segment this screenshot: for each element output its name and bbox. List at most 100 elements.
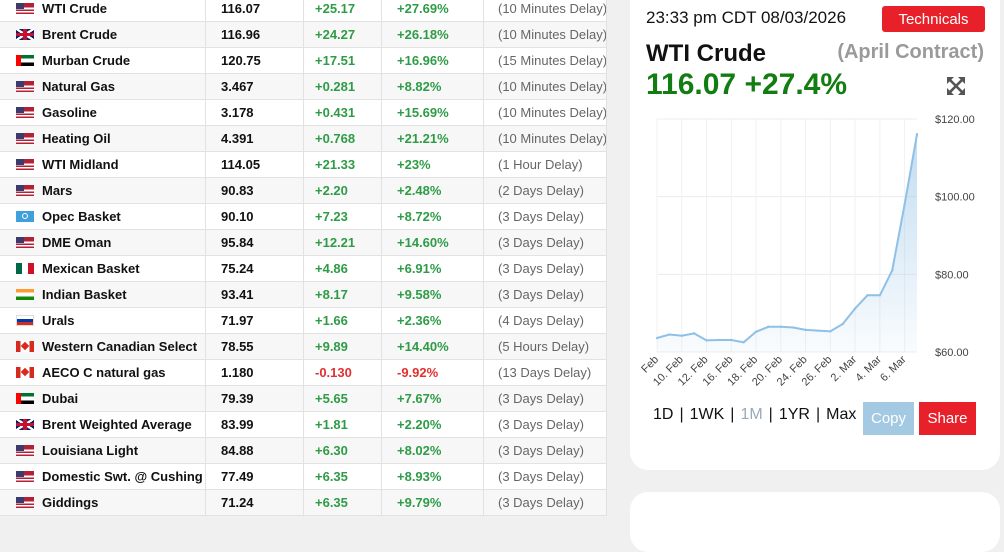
table-row[interactable]: DME Oman 95.84 +12.21 +14.60% (3 Days Delay) xyxy=(0,229,607,256)
commodity-name[interactable]: Brent Weighted Average xyxy=(42,417,192,432)
change-cell: +5.65 xyxy=(303,385,382,412)
change-cell: +6.35 xyxy=(303,489,382,516)
table-row[interactable]: Gasoline 3.178 +0.431 +15.69% (10 Minutes De… xyxy=(0,99,607,126)
data-point xyxy=(791,326,795,329)
commodity-name[interactable]: DME Oman xyxy=(42,235,111,250)
commodity-name-cell[interactable]: WTI Crude xyxy=(0,0,206,22)
commodity-name-cell[interactable]: Dubai xyxy=(0,385,206,412)
table-row[interactable]: Opec Basket 90.10 +7.23 +8.72% (3 Days Delay… xyxy=(0,203,607,230)
commodity-name-cell[interactable]: Mexican Basket xyxy=(0,255,206,282)
table-row[interactable]: Domestic Swt. @ Cushing 77.49 +6.35 +8.93%(… xyxy=(0,463,607,490)
table-row[interactable]: Brent Crude 116.96 +24.27 +26.18% (10 Minute… xyxy=(0,21,607,48)
table-row[interactable]: Murban Crude 120.75 +17.51 +16.96% (15 Minut… xyxy=(0,47,607,74)
price-chart[interactable]: $60.00$80.00$100.00$120.00 Feb10. Feb12.… xyxy=(630,0,1000,400)
price-cell: 120.75 xyxy=(205,47,304,74)
price-cell: 79.39 xyxy=(205,385,304,412)
commodity-name-cell[interactable]: Murban Crude xyxy=(0,47,206,74)
flag-us-icon xyxy=(16,471,34,482)
delay-cell: (5 Hours Delay) xyxy=(483,333,607,360)
delay-cell: (10 Minutes Delay) xyxy=(483,21,607,48)
copy-button[interactable]: Copy xyxy=(863,402,914,435)
data-point xyxy=(655,336,659,340)
commodity-name-cell[interactable]: Urals xyxy=(0,307,206,334)
table-row[interactable]: WTI Midland 114.05 +21.33 +23% (1 Hour Delay… xyxy=(0,151,607,178)
commodity-name[interactable]: Louisiana Light xyxy=(42,443,138,458)
data-point xyxy=(767,325,770,328)
x-tick-label: 4. Mar xyxy=(853,353,884,384)
commodity-name-cell[interactable]: Western Canadian Select xyxy=(0,333,206,360)
table-row[interactable]: Mars 90.83 +2.20 +2.48% (2 Days Delay) xyxy=(0,177,607,204)
flag-in-icon xyxy=(16,289,34,300)
commodity-name-cell[interactable]: Brent Weighted Average xyxy=(0,411,206,438)
delay-cell: (1 Hour Delay) xyxy=(483,151,607,178)
table-row[interactable]: WTI Crude 116.07 +25.17 +27.69% (10 Minutes … xyxy=(0,0,607,22)
table-row[interactable]: Urals 71.97 +1.66 +2.36% (4 Days Delay) xyxy=(0,307,607,334)
price-cell: 71.97 xyxy=(205,307,304,334)
commodity-name[interactable]: Opec Basket xyxy=(42,209,121,224)
commodity-name[interactable]: Natural Gas xyxy=(42,79,115,94)
range-1wk[interactable]: 1WK xyxy=(690,406,725,424)
commodity-name[interactable]: Giddings xyxy=(42,495,98,510)
table-row[interactable]: Heating Oil 4.391 +0.768 +21.21% (10 Minutes… xyxy=(0,125,607,152)
commodity-name-cell[interactable]: Brent Crude xyxy=(0,21,206,48)
commodity-name[interactable]: Brent Crude xyxy=(42,27,117,42)
change-percent-cell: +14.40% xyxy=(381,333,484,360)
table-row[interactable]: Indian Basket 93.41 +8.17 +9.58% (3 Days Del… xyxy=(0,281,607,308)
data-point xyxy=(841,322,844,326)
commodity-name-cell[interactable]: WTI Midland xyxy=(0,151,206,178)
table-row[interactable]: Giddings 71.24 +6.35 +9.79% (3 Days Delay) xyxy=(0,489,607,516)
commodity-name[interactable]: Mars xyxy=(42,183,72,198)
commodity-name[interactable]: Western Canadian Select xyxy=(42,339,197,354)
table-row[interactable]: Western Canadian Select 78.55 +9.89 +14.40%… xyxy=(0,333,607,360)
commodity-name-cell[interactable]: Opec Basket xyxy=(0,203,206,230)
commodity-name[interactable]: AECO C natural gas xyxy=(42,365,166,380)
commodity-name-cell[interactable]: Domestic Swt. @ Cushing xyxy=(0,463,206,490)
commodity-name[interactable]: Indian Basket xyxy=(42,287,127,302)
commodity-name[interactable]: Gasoline xyxy=(42,105,97,120)
commodity-name-cell[interactable]: Giddings xyxy=(0,489,206,516)
change-percent-cell: +9.79% xyxy=(381,489,484,516)
commodity-name-cell[interactable]: Louisiana Light xyxy=(0,437,206,464)
change-cell: +4.86 xyxy=(303,255,382,282)
range-1m[interactable]: 1M xyxy=(740,406,762,424)
table-row[interactable]: Natural Gas 3.467 +0.281 +8.82% (10 Minutes … xyxy=(0,73,607,100)
range-1d[interactable]: 1D xyxy=(653,406,673,424)
change-cell: +1.81 xyxy=(303,411,382,438)
commodity-name-cell[interactable]: Indian Basket xyxy=(0,281,206,308)
commodity-name[interactable]: Mexican Basket xyxy=(42,261,140,276)
commodity-name-cell[interactable]: Gasoline xyxy=(0,99,206,126)
commodity-name-cell[interactable]: Natural Gas xyxy=(0,73,206,100)
commodity-name[interactable]: Heating Oil xyxy=(42,131,111,146)
price-area xyxy=(657,134,917,352)
flag-mx-icon xyxy=(16,263,34,274)
table-row[interactable]: Mexican Basket 75.24 +4.86 +6.91% (3 Days De… xyxy=(0,255,607,282)
commodity-name-cell[interactable]: Mars xyxy=(0,177,206,204)
commodity-name[interactable]: Dubai xyxy=(42,391,78,406)
price-cell: 83.99 xyxy=(205,411,304,438)
table-row[interactable]: Brent Weighted Average 83.99 +1.81 +2.20% (3… xyxy=(0,411,607,438)
commodity-name[interactable]: WTI Midland xyxy=(42,157,119,172)
commodity-name-cell[interactable]: Heating Oil xyxy=(0,125,206,152)
table-row[interactable]: Louisiana Light 84.88 +6.30 +8.02% (3 Days D… xyxy=(0,437,607,464)
price-cell: 93.41 xyxy=(205,281,304,308)
commodity-name[interactable]: Domestic Swt. @ Cushing xyxy=(42,469,203,484)
data-point xyxy=(816,329,820,332)
table-row[interactable]: Dubai 79.39 +5.65 +7.67% (3 Days Delay) xyxy=(0,385,607,412)
change-cell: +24.27 xyxy=(303,21,382,48)
table-row[interactable]: AECO C natural gas 1.180 -0.130 -9.92% (13 D… xyxy=(0,359,607,386)
flag-ca-icon xyxy=(16,367,34,378)
change-percent-cell: +7.67% xyxy=(381,385,484,412)
price-cell: 84.88 xyxy=(205,437,304,464)
data-point xyxy=(866,294,869,297)
commodity-name[interactable]: Urals xyxy=(42,313,75,328)
share-button[interactable]: Share xyxy=(919,402,976,435)
commodity-name[interactable]: Murban Crude xyxy=(42,53,130,68)
data-point xyxy=(717,338,721,342)
commodity-name[interactable]: WTI Crude xyxy=(42,1,107,16)
range-max[interactable]: Max xyxy=(826,406,856,424)
range-1yr[interactable]: 1YR xyxy=(779,406,810,424)
commodity-name-cell[interactable]: AECO C natural gas xyxy=(0,359,206,386)
data-point xyxy=(878,294,882,297)
price-cell: 78.55 xyxy=(205,333,304,360)
commodity-name-cell[interactable]: DME Oman xyxy=(0,229,206,256)
